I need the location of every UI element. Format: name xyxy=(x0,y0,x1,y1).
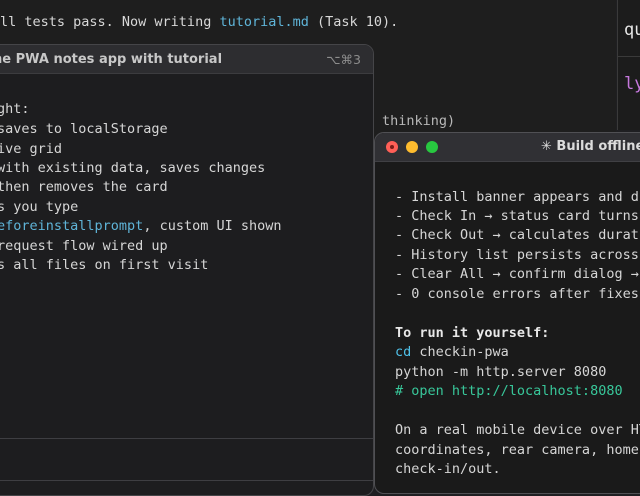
checklist-item: - Check In → status card turns xyxy=(395,208,639,224)
output-line: s you type xyxy=(0,199,79,215)
window-titlebar[interactable]: ne PWA notes app with tutorial ⌥⌘3 xyxy=(0,45,373,74)
line-suffix: , custom UI shown xyxy=(143,218,282,234)
command-comment: # open http://localhost:8080 xyxy=(395,383,623,399)
maximize-button[interactable] xyxy=(426,141,438,153)
output-line: then removes the card xyxy=(0,179,168,195)
window-title: ✳ Build offline xyxy=(541,139,640,154)
edge-window[interactable]: qu ly xyxy=(617,0,640,130)
checklist-item: - 0 console errors after fixes xyxy=(395,286,639,302)
checklist-item: - Clear All → confirm dialog → xyxy=(395,266,639,282)
note-line: On a real mobile device over HT xyxy=(395,422,640,438)
output-line: with existing data, saves changes xyxy=(0,160,266,176)
command-arg: checkin-pwa xyxy=(411,344,509,360)
checklist-item: - Check Out → calculates durati xyxy=(395,227,640,243)
edge-text-top: qu xyxy=(624,20,640,40)
minimize-button[interactable] xyxy=(406,141,418,153)
output-line: saves to localStorage xyxy=(0,121,168,137)
output-line: ive grid xyxy=(0,141,63,157)
close-button[interactable] xyxy=(386,141,398,153)
output-line: s all files on first visit xyxy=(0,257,209,273)
edge-divider xyxy=(618,56,640,57)
command-keyword: cd xyxy=(395,344,412,360)
thinking-label: thinking) xyxy=(382,113,456,129)
command-line: python -m http.server 8080 xyxy=(395,364,607,380)
status-text: ll tests pass. Now writing xyxy=(0,14,220,30)
window-shortcut: ⌥⌘3 xyxy=(326,52,361,67)
status-line: ll tests pass. Now writing tutorial.md (… xyxy=(0,14,398,30)
command-line: cd checkin-pwa xyxy=(395,344,509,360)
input-divider-top xyxy=(0,438,373,439)
note-line: coordinates, rear camera, home xyxy=(395,442,639,458)
window-title: ne PWA notes app with tutorial xyxy=(0,52,223,67)
status-suffix: (Task 10). xyxy=(308,14,399,30)
window-titlebar[interactable]: ✳ Build offline xyxy=(375,133,640,162)
edge-text-bottom: ly xyxy=(624,74,640,94)
notes-app-window[interactable]: ne PWA notes app with tutorial ⌥⌘3 ght: … xyxy=(0,44,374,496)
output-line: ght: xyxy=(0,101,30,117)
checklist-item: - History list persists across xyxy=(395,247,639,263)
checklist-item: - Install banner appears and di xyxy=(395,189,640,205)
section-heading: To run it yourself: xyxy=(395,325,550,341)
output-line: request flow wired up xyxy=(0,238,168,254)
build-offline-window[interactable]: ✳ Build offline - Install banner appears… xyxy=(374,132,640,494)
note-line: check-in/out. xyxy=(395,461,501,477)
file-name: tutorial.md xyxy=(219,14,309,30)
output-line: eforeinstallprompt, custom UI shown xyxy=(0,218,281,234)
code-identifier: eforeinstallprompt xyxy=(0,218,144,234)
input-divider-bottom xyxy=(0,480,373,481)
